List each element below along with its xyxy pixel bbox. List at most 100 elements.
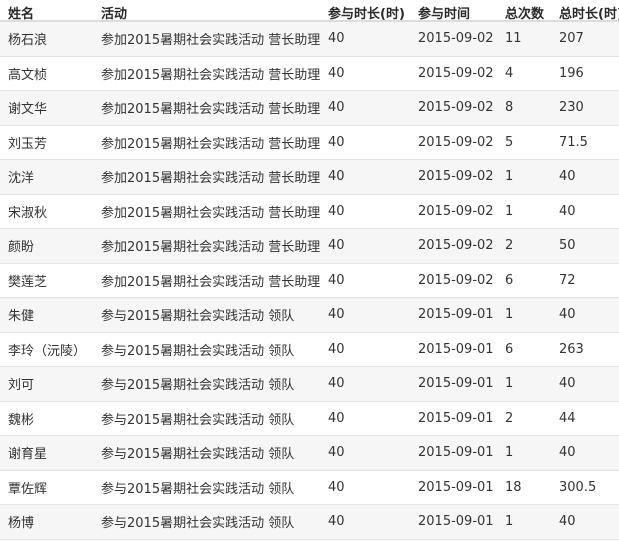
cell-activity: 参加2015暑期社会实践活动 营长助理 [101,240,321,256]
table-row: 李玲（沅陵） 参与2015暑期社会实践活动 领队 40 2015-09-01 6 263 [0,332,619,367]
cell-count: 1 [505,169,514,185]
cell-total: 40 [559,445,576,461]
cell-activity: 参与2015暑期社会实践活动 领队 [101,516,295,532]
cell-total: 72 [559,272,576,288]
cell-activity: 参加2015暑期社会实践活动 营长助理 [101,67,321,83]
column-header-count: 总次数 [505,7,545,22]
table-row: 颜盼 参加2015暑期社会实践活动 营长助理 40 2015-09-02 2 50 [0,229,619,264]
cell-count: 2 [505,410,514,426]
cell-count: 8 [505,100,514,116]
cell-count: 1 [505,203,514,219]
cell-total: 40 [559,307,576,323]
cell-name: 覃佐辉 [8,481,48,497]
cell-total: 50 [559,238,576,254]
table-row: 朱健 参与2015暑期社会实践活动 领队 40 2015-09-01 1 40 [0,298,619,333]
cell-hours: 40 [328,134,345,150]
cell-activity: 参与2015暑期社会实践活动 领队 [101,343,295,359]
cell-total: 263 [559,341,584,357]
cell-name: 魏彬 [8,412,35,428]
table-row: 谢育星 参与2015暑期社会实践活动 领队 40 2015-09-01 1 40 [0,436,619,471]
cell-count: 18 [505,479,522,495]
cell-activity: 参与2015暑期社会实践活动 领队 [101,412,295,428]
cell-name: 谢育星 [8,447,48,463]
column-header-name: 姓名 [8,7,35,22]
table-row: 覃佐辉 参与2015暑期社会实践活动 领队 40 2015-09-01 18 300.5 [0,470,619,505]
cell-hours: 40 [328,100,345,116]
cell-hours: 40 [328,479,345,495]
cell-hours: 40 [328,31,345,47]
cell-hours: 40 [328,376,345,392]
cell-activity: 参加2015暑期社会实践活动 营长助理 [101,136,321,152]
cell-hours: 40 [328,272,345,288]
table-row: 谢文华 参加2015暑期社会实践活动 营长助理 40 2015-09-02 8 230 [0,91,619,126]
cell-activity: 参加2015暑期社会实践活动 营长助理 [101,171,321,187]
cell-activity: 参与2015暑期社会实践活动 领队 [101,378,295,394]
cell-hours: 40 [328,341,345,357]
cell-name: 谢文华 [8,102,48,118]
cell-total: 40 [559,169,576,185]
cell-name: 高文桢 [8,67,48,83]
cell-hours: 40 [328,445,345,461]
table-row: 刘玉芳 参加2015暑期社会实践活动 营长助理 40 2015-09-02 5 71.5 [0,125,619,160]
cell-total: 40 [559,376,576,392]
table-row: 宋淑秋 参加2015暑期社会实践活动 营长助理 40 2015-09-02 1 40 [0,194,619,229]
cell-count: 5 [505,134,514,150]
cell-date: 2015-09-01 [418,307,494,323]
cell-date: 2015-09-02 [418,203,494,219]
cell-hours: 40 [328,203,345,219]
cell-count: 2 [505,238,514,254]
cell-total: 207 [559,31,584,47]
cell-date: 2015-09-01 [418,341,494,357]
column-header-hours: 参与时长(时) [328,7,405,22]
cell-count: 1 [505,514,514,530]
cell-name: 沈洋 [8,171,35,187]
cell-total: 44 [559,410,576,426]
table-row: 魏彬 参与2015暑期社会实践活动 领队 40 2015-09-01 2 44 [0,401,619,436]
cell-total: 71.5 [559,134,588,150]
cell-hours: 40 [328,410,345,426]
cell-activity: 参加2015暑期社会实践活动 营长助理 [101,102,321,118]
cell-hours: 40 [328,307,345,323]
table-row: 杨石浪 参加2015暑期社会实践活动 营长助理 40 2015-09-02 11 207 [0,22,619,57]
cell-date: 2015-09-01 [418,445,494,461]
column-header-total: 总时长(时) [559,7,619,22]
cell-name: 朱健 [8,309,35,325]
cell-activity: 参与2015暑期社会实践活动 领队 [101,309,295,325]
cell-count: 4 [505,65,514,81]
cell-date: 2015-09-02 [418,65,494,81]
table-header-row: 姓名 活动 参与时长(时) 参与时间 总次数 总时长(时) [0,0,619,22]
cell-hours: 40 [328,169,345,185]
table-row: 刘可 参与2015暑期社会实践活动 领队 40 2015-09-01 1 40 [0,367,619,402]
table-row: 高文桢 参加2015暑期社会实践活动 营长助理 40 2015-09-02 4 196 [0,56,619,91]
column-header-activity: 活动 [101,7,128,22]
cell-activity: 参与2015暑期社会实践活动 领队 [101,481,295,497]
column-header-date: 参与时间 [418,7,471,22]
cell-name: 杨石浪 [8,33,48,49]
cell-name: 樊莲芝 [8,274,48,290]
cell-activity: 参加2015暑期社会实践活动 营长助理 [101,205,321,221]
cell-count: 1 [505,376,514,392]
cell-name: 颜盼 [8,240,35,256]
cell-activity: 参加2015暑期社会实践活动 营长助理 [101,274,321,290]
cell-count: 1 [505,445,514,461]
cell-date: 2015-09-02 [418,100,494,116]
cell-date: 2015-09-02 [418,134,494,150]
cell-date: 2015-09-01 [418,514,494,530]
cell-date: 2015-09-01 [418,410,494,426]
cell-date: 2015-09-02 [418,31,494,47]
cell-total: 196 [559,65,584,81]
cell-name: 刘玉芳 [8,136,48,152]
cell-count: 6 [505,341,514,357]
table-row: 樊莲芝 参加2015暑期社会实践活动 营长助理 40 2015-09-02 6 72 [0,263,619,298]
cell-total: 40 [559,514,576,530]
table-row: 杨博 参与2015暑期社会实践活动 领队 40 2015-09-01 1 40 [0,505,619,540]
table-row: 沈洋 参加2015暑期社会实践活动 营长助理 40 2015-09-02 1 40 [0,160,619,195]
cell-count: 11 [505,31,522,47]
cell-activity: 参与2015暑期社会实践活动 领队 [101,447,295,463]
cell-hours: 40 [328,238,345,254]
cell-total: 230 [559,100,584,116]
cell-name: 杨博 [8,516,35,532]
volunteer-hours-table: 姓名 活动 参与时长(时) 参与时间 总次数 总时长(时) 杨石浪参加2015暑… [0,0,619,540]
cell-total: 300.5 [559,479,597,495]
cell-count: 1 [505,307,514,323]
